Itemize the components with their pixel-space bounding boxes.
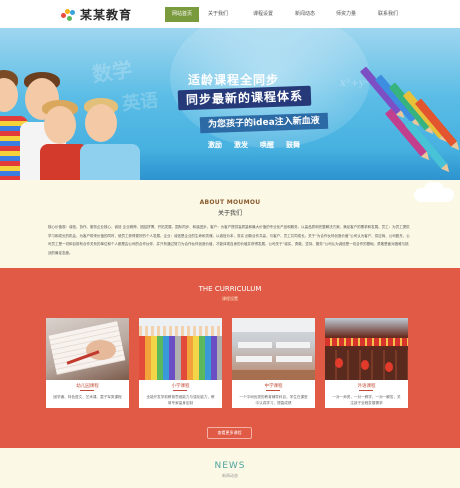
banner-keywords: 激励 激发 唤醒 鼓舞 xyxy=(208,140,312,150)
course-card-middle[interactable]: 中学课程 一个中间优秀的教育辅导科目，学生在课堂中认真学习，提高成绩 xyxy=(232,318,315,408)
nav-item-courses[interactable]: 课程设置 xyxy=(247,7,279,22)
title-underline xyxy=(359,390,373,391)
nav-item-home[interactable]: 网站首页 xyxy=(165,7,199,22)
course-image-kindergarten xyxy=(46,318,129,380)
course-title: 小学课程 xyxy=(171,384,190,389)
about-section: ABOUT MOUMOU 关于我们 核心价值观：诚信、协作、服务企业核心，诚信 … xyxy=(0,180,460,268)
hero-banner: 数学 英语 x²+y² 适龄课程全同步 同步最新的课程体系 为您孩子的idea注… xyxy=(0,28,460,180)
keyword: 激励 xyxy=(208,141,222,149)
course-desc: 一个中间优秀的教育辅导科目，学生在课堂中认真学习，提高成绩 xyxy=(239,395,308,405)
nav-item-about[interactable]: 关于我们 xyxy=(203,7,233,22)
news-subtitle: 新闻动态 xyxy=(222,473,238,478)
course-image-middle xyxy=(232,318,315,380)
course-title: 外语课程 xyxy=(357,384,376,389)
about-body: 核心价值观：诚信、协作、服务企业核心，诚信 企业精神，团结拼搏、开拓发展、国际同… xyxy=(48,225,410,255)
about-subtitle: 关于我们 xyxy=(217,210,242,217)
course-desc: 固学通、特色语文、艺术课、童子军类课程 xyxy=(53,395,122,399)
nav-item-contact[interactable]: 联系我们 xyxy=(373,7,403,22)
title-underline xyxy=(266,390,280,391)
curriculum-title: THE CURRICULUM xyxy=(198,285,262,293)
nav-item-teachers[interactable]: 师资力量 xyxy=(331,7,361,22)
course-cards: 幼儿园课程 固学通、特色语文、艺术课、童子军类课程 小学课程 全能开发学前教育思… xyxy=(46,318,408,408)
child-figure-right xyxy=(80,98,140,180)
news-title: NEWS xyxy=(214,461,246,471)
about-title: ABOUT MOUMOU xyxy=(199,199,261,206)
keyword: 激发 xyxy=(234,141,248,149)
course-desc: 全能开发学前教育思维能力与强化能力，教育专家量身定制 xyxy=(146,395,215,405)
keyword: 唤醒 xyxy=(260,141,274,149)
banner-ghost-formula: x²+y² xyxy=(340,78,369,89)
curriculum-section: THE CURRICULUM 课程设置 幼儿园课程 固学通、特色语文、艺术课、童… xyxy=(0,268,460,448)
nav-item-news[interactable]: 新闻动态 xyxy=(289,7,321,22)
site-header: 某某教育 网站首页 关于我们 课程设置 新闻动态 师资力量 联系我们 xyxy=(0,0,460,28)
curriculum-subtitle: 课程设置 xyxy=(222,296,238,301)
title-underline xyxy=(80,390,94,391)
keyword: 鼓舞 xyxy=(286,141,300,149)
title-underline xyxy=(173,390,187,391)
logo-text: 某某教育 xyxy=(80,8,133,22)
course-card-language[interactable]: 外语课程 一对一师资，一对一教学，一对一解答，关注孩子全程发展需求 xyxy=(325,318,408,408)
banner-headline: 适龄课程全同步 xyxy=(188,73,280,87)
news-section: NEWS 新闻动态 xyxy=(0,448,460,488)
view-more-courses-button[interactable]: 查看更多课程 xyxy=(207,427,252,439)
banner-ghost-text-math: 数学 xyxy=(90,57,134,87)
cloud-decoration xyxy=(424,182,444,196)
course-card-primary[interactable]: 小学课程 全能开发学前教育思维能力与强化能力，教育专家量身定制 xyxy=(139,318,222,408)
course-image-language xyxy=(325,318,408,380)
logo-icon xyxy=(61,8,77,22)
main-nav: 网站首页 关于我们 课程设置 新闻动态 师资力量 联系我们 xyxy=(165,7,403,22)
course-image-primary xyxy=(139,318,222,380)
course-card-kindergarten[interactable]: 幼儿园课程 固学通、特色语文、艺术课、童子军类课程 xyxy=(46,318,129,408)
course-title: 幼儿园课程 xyxy=(76,384,99,389)
course-desc: 一对一师资，一对一教学，一对一解答，关注孩子全程发展需求 xyxy=(332,395,401,405)
course-title: 中学课程 xyxy=(264,384,283,389)
logo[interactable]: 某某教育 xyxy=(61,6,132,23)
